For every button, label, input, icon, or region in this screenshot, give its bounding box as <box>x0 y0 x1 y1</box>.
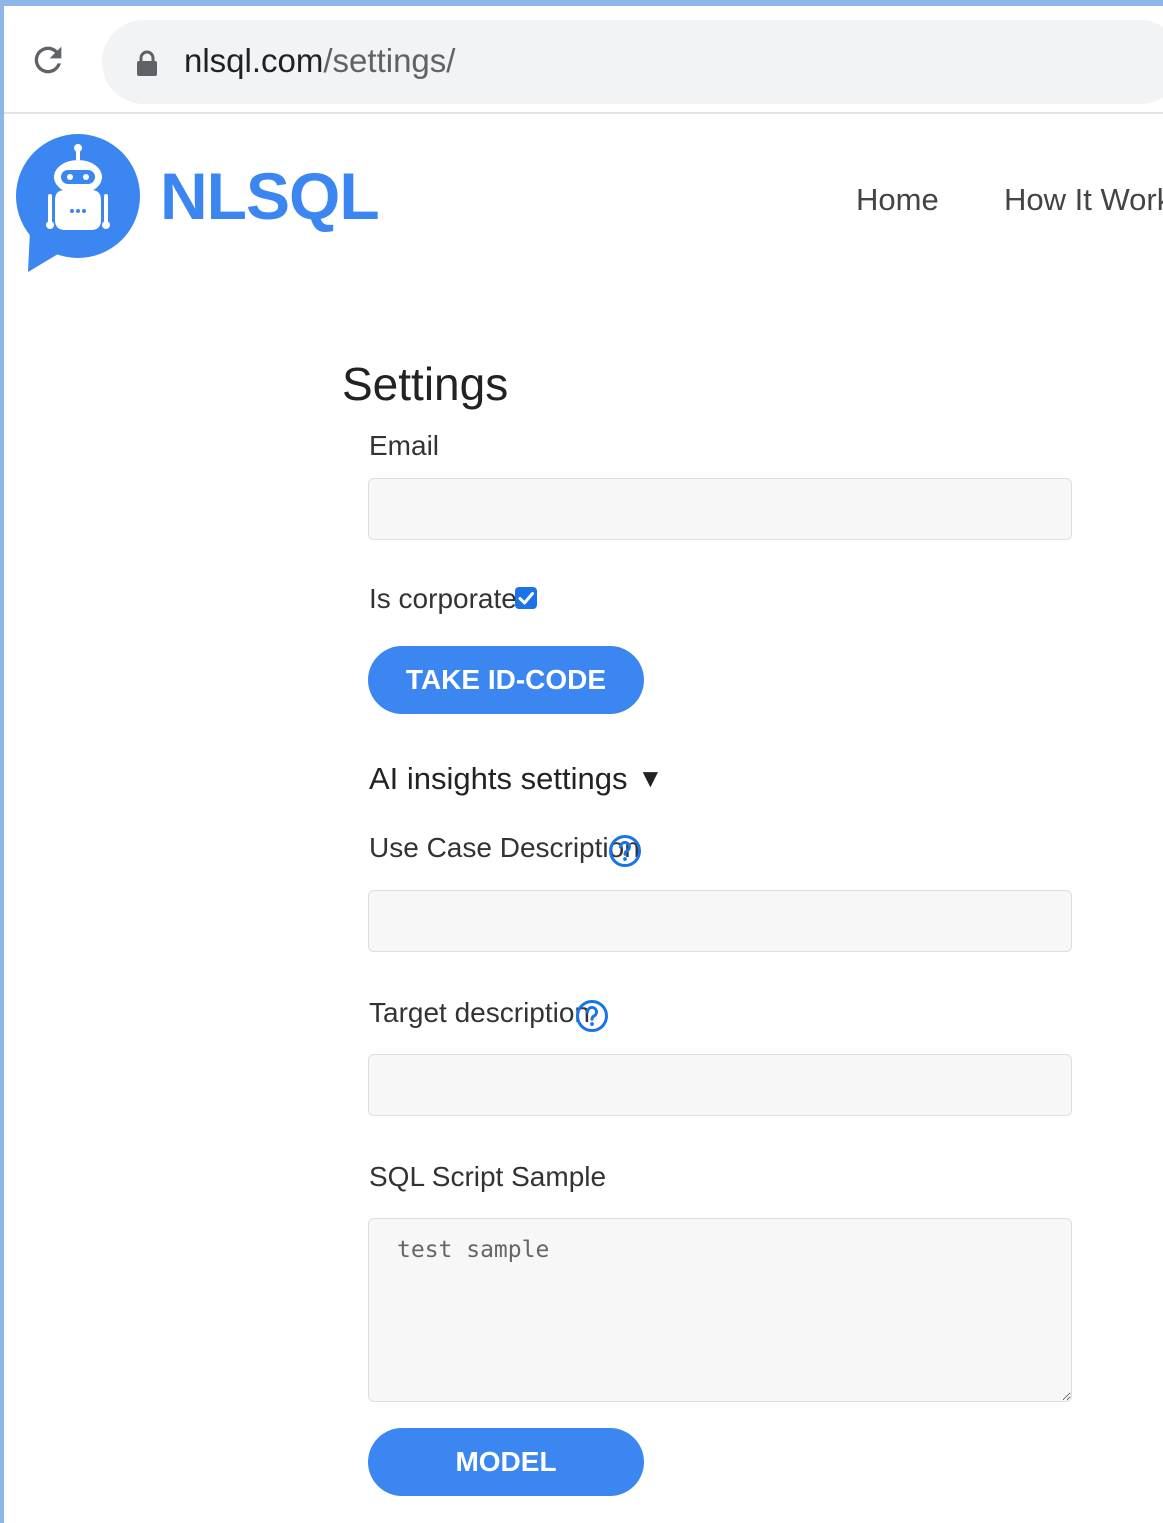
address-bar[interactable]: nlsql.com/settings/ <box>102 20 1163 104</box>
ai-insights-settings-label: AI insights settings <box>369 761 628 796</box>
sql-script-sample-textarea[interactable] <box>368 1218 1072 1402</box>
checkmark-icon <box>518 592 534 605</box>
nav-how-it-works-link[interactable]: How It Works <box>1004 180 1163 220</box>
sql-script-sample-label: SQL Script Sample <box>369 1161 607 1192</box>
model-retraining-button[interactable]: MODEL RETRAINING <box>368 1428 644 1523</box>
browser-window: nlsql.com/settings/ NLSQL Home How It Wo… <box>0 0 1163 1523</box>
help-icon[interactable] <box>575 999 609 1033</box>
use-case-description-label: Use Case Description <box>369 832 640 863</box>
nav-home-link[interactable]: Home <box>856 180 939 220</box>
is-corporate-checkbox[interactable] <box>515 587 537 609</box>
disclosure-triangle-icon: ▼ <box>637 763 664 793</box>
url-path: /settings/ <box>323 42 456 79</box>
email-label: Email <box>369 430 440 461</box>
take-id-code-button[interactable]: TAKE ID-CODE <box>368 646 644 714</box>
ai-insights-settings-toggle[interactable]: AI insights settings ▼ <box>369 758 663 799</box>
page-title: Settings <box>342 358 509 410</box>
nlsql-robot-logo-icon[interactable] <box>8 130 148 278</box>
browser-toolbar: nlsql.com/settings/ <box>4 6 1163 114</box>
brand-name[interactable]: NLSQL <box>160 156 380 236</box>
use-case-description-field[interactable] <box>368 890 1072 952</box>
is-corporate-label: Is corporate <box>369 583 517 614</box>
reload-icon[interactable] <box>28 40 68 80</box>
target-description-label: Target description <box>369 997 591 1028</box>
url-domain: nlsql.com <box>184 42 324 79</box>
url-text[interactable]: nlsql.com/settings/ <box>184 40 455 82</box>
help-icon[interactable] <box>608 834 642 868</box>
lock-icon[interactable] <box>136 50 158 76</box>
email-field[interactable] <box>368 478 1072 540</box>
target-description-field[interactable] <box>368 1054 1072 1116</box>
